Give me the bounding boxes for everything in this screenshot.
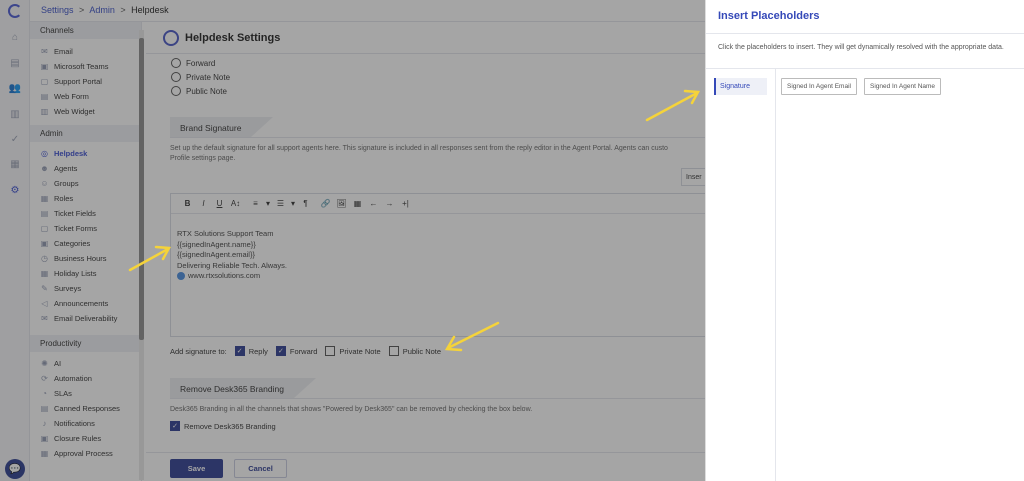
modal-backdrop[interactable] <box>0 0 705 481</box>
tab-signature[interactable]: Signature <box>714 78 767 95</box>
placeholder-agent-name-button[interactable]: Signed In Agent Name <box>864 78 942 95</box>
divider <box>706 68 1024 69</box>
insert-placeholders-panel: Insert Placeholders Click the placeholde… <box>705 0 1024 481</box>
divider <box>706 33 1024 34</box>
panel-description: Click the placeholders to insert. They w… <box>718 44 1004 51</box>
placeholder-agent-email-button[interactable]: Signed In Agent Email <box>781 78 857 95</box>
panel-title: Insert Placeholders <box>718 10 820 22</box>
divider <box>775 69 776 481</box>
